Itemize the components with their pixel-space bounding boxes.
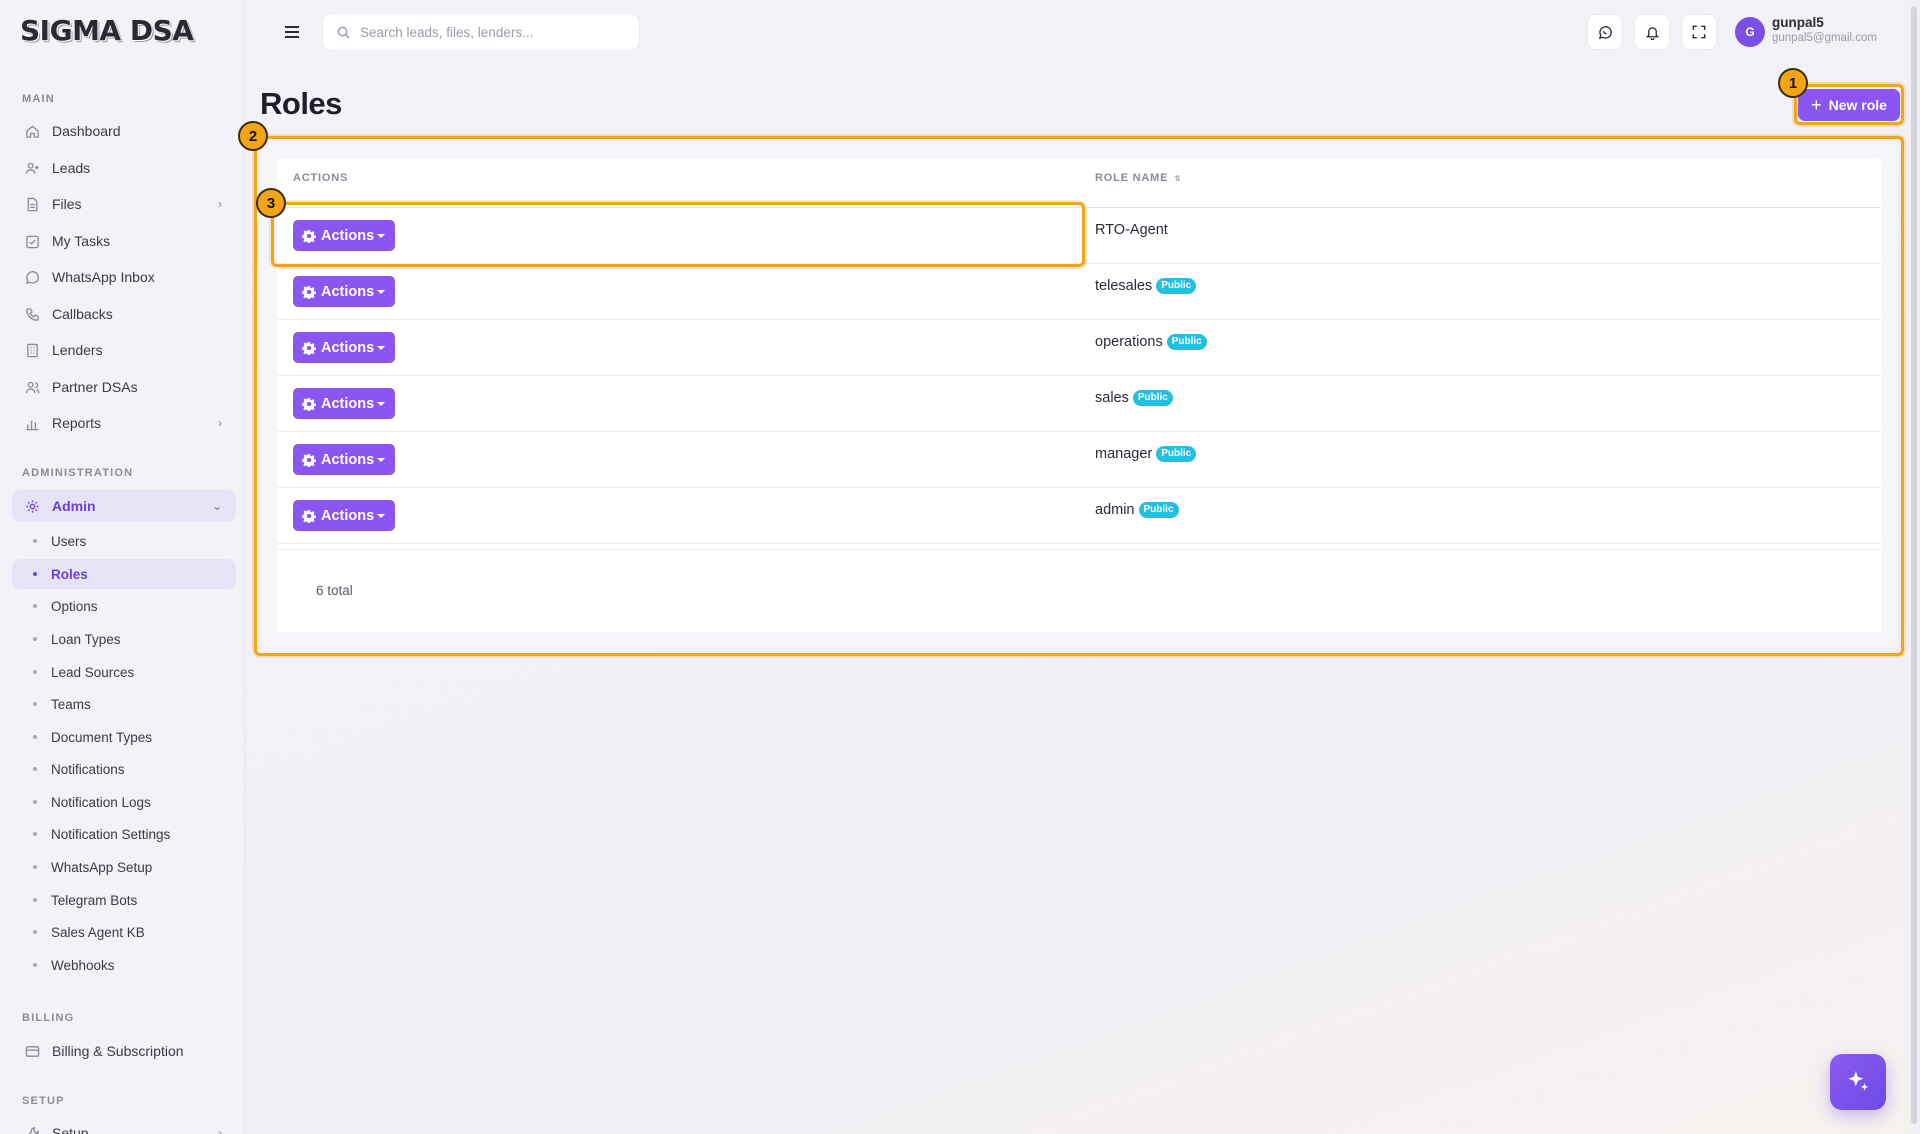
sidebar-item-files[interactable]: Files › xyxy=(12,188,236,220)
whatsapp-icon xyxy=(24,269,40,285)
wrench-icon xyxy=(24,1125,40,1134)
bar-chart-icon xyxy=(24,415,40,431)
section-label-administration: ADMINISTRATION xyxy=(22,467,134,479)
user-email: gunpal5@gmail.com xyxy=(1772,32,1878,44)
sidebar-item-callbacks[interactable]: Callbacks xyxy=(12,298,236,330)
sidebar-item-reports[interactable]: Reports › xyxy=(12,407,236,439)
sidebar-subitem-options[interactable]: Options xyxy=(12,591,236,621)
sidebar-item-label: Partner DSAs xyxy=(52,379,138,395)
sidebar-item-label: WhatsApp Inbox xyxy=(52,269,155,285)
section-label-main: MAIN xyxy=(22,93,55,105)
page-title: Roles xyxy=(260,86,342,121)
sidebar-subitem-notification-settings[interactable]: Notification Settings xyxy=(12,819,236,849)
checkbox-icon xyxy=(24,233,40,249)
ai-assistant-button[interactable] xyxy=(1830,1054,1886,1110)
section-label-setup: SETUP xyxy=(22,1095,65,1107)
gear-icon xyxy=(24,498,40,514)
sidebar-subitem-roles[interactable]: Roles xyxy=(12,559,236,589)
annotation-marker-3: 3 xyxy=(256,188,286,218)
avatar[interactable]: G xyxy=(1735,17,1765,47)
chevron-right-icon: › xyxy=(218,1126,222,1134)
sidebar-subitem-teams[interactable]: Teams xyxy=(12,689,236,719)
whatsapp-icon xyxy=(1598,25,1612,39)
sidebar: SIGMA DSA MAIN Dashboard Leads Files › M… xyxy=(0,0,245,1134)
users-icon xyxy=(24,379,40,395)
search-bar[interactable] xyxy=(322,13,640,51)
phone-icon xyxy=(24,306,40,322)
sidebar-subitem-users[interactable]: Users xyxy=(12,526,236,556)
sidebar-subitem-loan-types[interactable]: Loan Types xyxy=(12,624,236,654)
chevron-right-icon: › xyxy=(218,416,222,430)
sidebar-item-label: Admin xyxy=(52,498,96,514)
scrollbar-thumb[interactable] xyxy=(1911,6,1917,1124)
sidebar-item-leads[interactable]: Leads xyxy=(12,152,236,184)
sidebar-item-dashboard[interactable]: Dashboard xyxy=(12,115,236,147)
sidebar-subitem-whatsapp-setup[interactable]: WhatsApp Setup xyxy=(12,852,236,882)
sidebar-item-setup[interactable]: Setup › xyxy=(12,1117,236,1134)
chevron-right-icon: › xyxy=(218,197,222,211)
notifications-button[interactable] xyxy=(1634,14,1670,50)
sparkles-icon xyxy=(1848,1071,1869,1091)
highlight-first-row-actions xyxy=(271,202,1085,267)
sidebar-item-label: Lenders xyxy=(52,342,103,358)
user-name[interactable]: gunpal5 xyxy=(1772,15,1824,30)
home-icon xyxy=(24,123,40,139)
sidebar-item-label: Billing & Subscription xyxy=(52,1043,184,1059)
sidebar-item-label: Reports xyxy=(52,415,102,431)
annotation-marker-2: 2 xyxy=(238,121,268,151)
annotation-marker-1: 1 xyxy=(1778,68,1808,98)
file-icon xyxy=(24,196,40,212)
search-input[interactable] xyxy=(360,24,620,40)
sidebar-subitem-notification-logs[interactable]: Notification Logs xyxy=(12,787,236,817)
credit-card-icon xyxy=(24,1043,40,1059)
page-scrollbar[interactable] xyxy=(1908,0,1920,1134)
whatsapp-button[interactable] xyxy=(1587,14,1623,50)
sidebar-subitem-lead-sources[interactable]: Lead Sources xyxy=(12,657,236,687)
sidebar-subitem-webhooks[interactable]: Webhooks xyxy=(12,950,236,980)
sidebar-item-label: My Tasks xyxy=(52,233,111,249)
sidebar-item-billing[interactable]: Billing & Subscription xyxy=(12,1035,236,1067)
sidebar-subitem-sales-agent-kb[interactable]: Sales Agent KB xyxy=(12,917,236,947)
sidebar-subitem-telegram-bots[interactable]: Telegram Bots xyxy=(12,885,236,915)
chevron-down-icon: ⌄ xyxy=(211,499,222,513)
sidebar-item-partner-dsas[interactable]: Partner DSAs xyxy=(12,371,236,403)
sidebar-item-label: Callbacks xyxy=(52,306,113,322)
menu-toggle-button[interactable] xyxy=(276,18,308,46)
building-icon xyxy=(24,342,40,358)
fullscreen-icon xyxy=(1692,25,1706,39)
sidebar-subitem-document-types[interactable]: Document Types xyxy=(12,722,236,752)
sidebar-item-lenders[interactable]: Lenders xyxy=(12,334,236,366)
section-label-billing: BILLING xyxy=(22,1012,75,1024)
sidebar-item-label: Leads xyxy=(52,160,91,176)
sidebar-item-label: Dashboard xyxy=(52,123,121,139)
bell-icon xyxy=(1645,26,1659,40)
sidebar-item-whatsapp-inbox[interactable]: WhatsApp Inbox xyxy=(12,261,236,293)
sidebar-item-label: Setup xyxy=(52,1125,89,1134)
sidebar-item-admin[interactable]: Admin ⌄ xyxy=(12,490,236,522)
highlight-new-role xyxy=(1794,84,1904,125)
hamburger-icon xyxy=(285,26,299,38)
sidebar-subitem-notifications[interactable]: Notifications xyxy=(12,754,236,784)
sidebar-item-label: Files xyxy=(52,196,82,212)
fullscreen-button[interactable] xyxy=(1681,14,1717,50)
search-icon xyxy=(337,26,350,39)
app-logo[interactable]: SIGMA DSA xyxy=(20,14,200,48)
sidebar-item-my-tasks[interactable]: My Tasks xyxy=(12,225,236,257)
user-plus-icon xyxy=(24,160,40,176)
